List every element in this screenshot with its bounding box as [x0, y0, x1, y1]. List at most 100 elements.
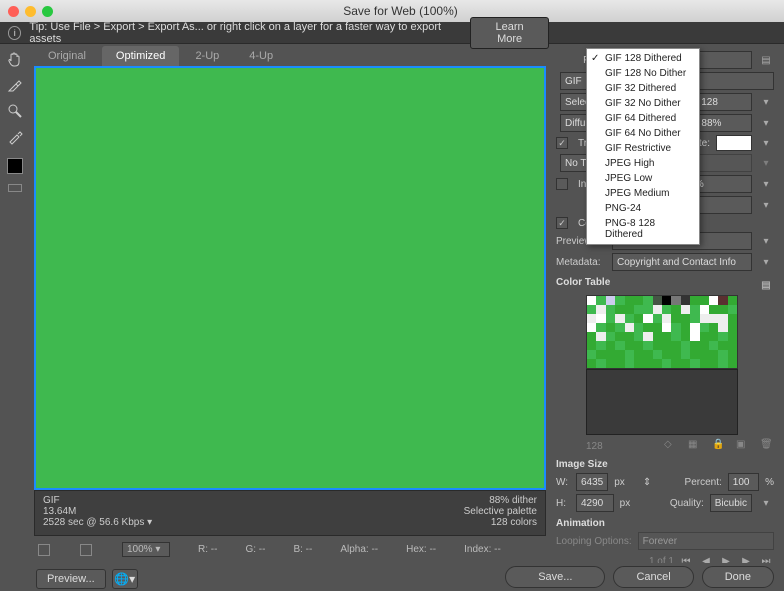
color-swatch[interactable]: [671, 296, 680, 305]
color-swatch[interactable]: [662, 341, 671, 350]
color-swatch[interactable]: [653, 350, 662, 359]
preset-option[interactable]: PNG-8 128 Dithered: [587, 216, 699, 242]
color-swatch[interactable]: [606, 323, 615, 332]
color-swatch[interactable]: [681, 350, 690, 359]
color-swatch[interactable]: [625, 350, 634, 359]
color-swatch[interactable]: [653, 305, 662, 314]
color-swatch[interactable]: [728, 296, 737, 305]
zoom-tool-icon[interactable]: [6, 102, 24, 120]
preset-option[interactable]: GIF 128 No Dither: [587, 66, 699, 81]
toggle-slices-icon[interactable]: [8, 184, 22, 192]
tab-optimized[interactable]: Optimized: [102, 46, 180, 66]
color-swatch[interactable]: [625, 305, 634, 314]
colors-stepper-icon[interactable]: ▾: [758, 94, 774, 110]
color-swatch[interactable]: [596, 314, 605, 323]
color-swatch[interactable]: [615, 314, 624, 323]
color-swatch[interactable]: [634, 314, 643, 323]
color-swatch[interactable]: [662, 359, 671, 368]
color-swatch[interactable]: [634, 341, 643, 350]
color-swatch[interactable]: [700, 350, 709, 359]
color-swatch[interactable]: [690, 359, 699, 368]
color-swatch[interactable]: [718, 323, 727, 332]
metadata-dropdown-icon[interactable]: ▾: [758, 254, 774, 270]
color-swatch[interactable]: [634, 359, 643, 368]
tab-2up[interactable]: 2-Up: [181, 46, 233, 66]
dither-field[interactable]: 88%: [696, 114, 752, 132]
color-swatch[interactable]: [643, 350, 652, 359]
color-swatch[interactable]: [709, 359, 718, 368]
color-swatch[interactable]: [662, 296, 671, 305]
lossy-stepper-icon[interactable]: ▾: [758, 197, 774, 213]
preset-option[interactable]: GIF 64 Dithered: [587, 111, 699, 126]
color-swatch[interactable]: [700, 341, 709, 350]
color-swatch[interactable]: [700, 296, 709, 305]
color-swatch[interactable]: [643, 332, 652, 341]
color-swatch[interactable]: [615, 350, 624, 359]
color-swatch[interactable]: [587, 359, 596, 368]
tab-original[interactable]: Original: [34, 46, 100, 66]
websnap-stepper-icon[interactable]: ▾: [758, 176, 774, 192]
color-swatch[interactable]: [662, 323, 671, 332]
color-swatch[interactable]: [718, 296, 727, 305]
color-swatch[interactable]: [587, 305, 596, 314]
color-swatch[interactable]: [643, 341, 652, 350]
tab-4up[interactable]: 4-Up: [235, 46, 287, 66]
color-swatch[interactable]: [587, 323, 596, 332]
color-swatch[interactable]: [709, 296, 718, 305]
color-swatch[interactable]: [596, 323, 605, 332]
color-swatch[interactable]: [709, 350, 718, 359]
preset-option[interactable]: GIF Restrictive: [587, 141, 699, 156]
color-swatch[interactable]: [671, 359, 680, 368]
color-swatch[interactable]: [709, 341, 718, 350]
color-swatch[interactable]: [671, 314, 680, 323]
color-swatch[interactable]: [671, 323, 680, 332]
color-swatch[interactable]: [634, 296, 643, 305]
color-swatch[interactable]: [625, 323, 634, 332]
color-swatch[interactable]: [718, 314, 727, 323]
color-swatch[interactable]: [709, 323, 718, 332]
color-swatch[interactable]: [615, 296, 624, 305]
metadata-dropdown[interactable]: Copyright and Contact Info: [612, 253, 752, 271]
color-swatch[interactable]: [718, 332, 727, 341]
preset-option[interactable]: GIF 128 Dithered: [587, 51, 699, 66]
color-swatch[interactable]: [643, 323, 652, 332]
color-swatch[interactable]: [625, 359, 634, 368]
zoom-field[interactable]: 100% ▾: [122, 542, 170, 557]
color-swatch[interactable]: [690, 296, 699, 305]
color-swatch[interactable]: [606, 314, 615, 323]
color-swatch[interactable]: [596, 359, 605, 368]
color-swatch[interactable]: [587, 341, 596, 350]
color-swatch[interactable]: [681, 341, 690, 350]
ct-lock-icon[interactable]: 🔒: [712, 439, 726, 453]
colors-field[interactable]: 128: [696, 93, 752, 111]
close-window-icon[interactable]: [8, 6, 19, 17]
color-swatch[interactable]: [690, 341, 699, 350]
ct-transparent-icon[interactable]: ▦: [688, 439, 702, 453]
color-swatch[interactable]: [728, 323, 737, 332]
color-swatch[interactable]: [700, 332, 709, 341]
color-swatch[interactable]: [587, 296, 596, 305]
color-swatch[interactable]: [718, 341, 727, 350]
color-swatch[interactable]: [718, 359, 727, 368]
info-menu-icon[interactable]: ▾: [147, 517, 152, 528]
color-swatch[interactable]: [625, 314, 634, 323]
color-swatch[interactable]: [634, 305, 643, 314]
color-swatch[interactable]: [671, 350, 680, 359]
preset-option[interactable]: PNG-24: [587, 201, 699, 216]
foreground-swatch[interactable]: [7, 158, 23, 174]
srgb-checkbox[interactable]: ✓: [556, 217, 568, 229]
preview-button[interactable]: Preview...: [36, 569, 106, 589]
color-swatch[interactable]: [662, 350, 671, 359]
color-swatch[interactable]: [662, 305, 671, 314]
preset-option[interactable]: GIF 64 No Dither: [587, 126, 699, 141]
preview-toggle-icon[interactable]: [38, 544, 50, 556]
color-table[interactable]: [586, 295, 738, 369]
percent-field[interactable]: 100: [728, 473, 759, 491]
color-swatch[interactable]: [709, 314, 718, 323]
color-swatch[interactable]: [700, 305, 709, 314]
color-swatch[interactable]: [718, 350, 727, 359]
color-swatch[interactable]: [728, 359, 737, 368]
color-swatch[interactable]: [662, 332, 671, 341]
matte-swatch[interactable]: [716, 135, 752, 151]
matte-dropdown-icon[interactable]: ▾: [758, 135, 774, 151]
